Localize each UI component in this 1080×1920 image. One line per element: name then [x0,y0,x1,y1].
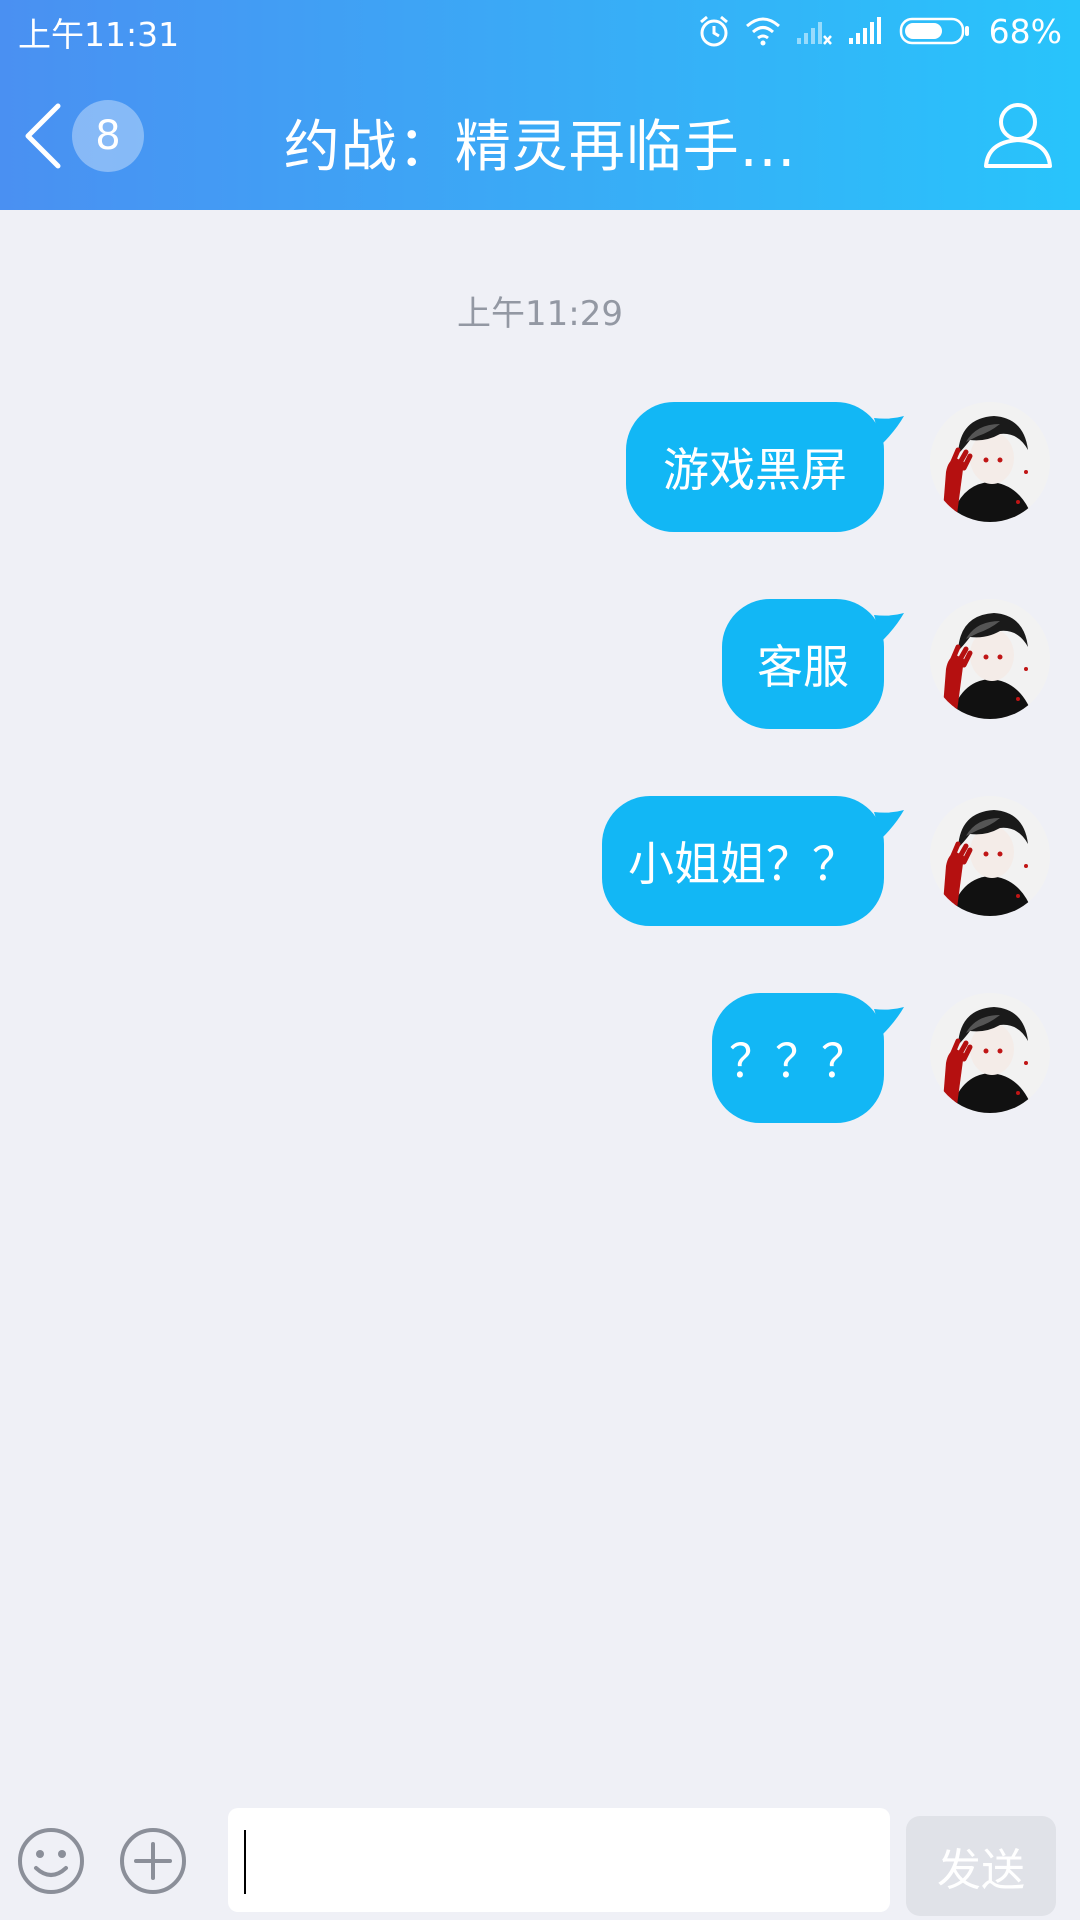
message-bubble[interactable]: 小姐姐？？ [602,796,884,926]
status-time: 上午11:31 [18,15,180,54]
avatar[interactable] [930,993,1050,1113]
avatar[interactable] [930,796,1050,916]
back-button[interactable] [18,100,68,172]
status-bar: 上午11:31 68% [0,0,1080,62]
avatar[interactable] [930,599,1050,719]
alarm-icon [697,14,731,48]
message-row: 客服 [0,599,1080,731]
message-bubble[interactable]: 客服 [722,599,884,729]
message-row: 游戏黑屏 [0,402,1080,534]
chat-timestamp: 上午11:29 [457,294,623,334]
chevron-left-icon [25,103,61,169]
nav-bar: 8 约战：精灵再临手... [0,62,1080,210]
unread-badge[interactable]: 8 [72,100,144,172]
battery-icon [899,16,971,46]
message-input[interactable] [228,1808,890,1912]
message-row: 小姐姐？？ [0,796,1080,928]
status-icons: 68% [697,10,1062,52]
plus-icon [120,1828,186,1894]
bubble-tail [874,613,904,641]
signal-icon [847,16,885,46]
message-bubble[interactable]: ？？？ [712,993,884,1123]
profile-button[interactable] [982,98,1054,170]
text-caret [244,1830,246,1894]
emoji-button[interactable] [16,1826,86,1896]
chat-title: 约战：精灵再临手... [283,115,797,180]
person-icon [984,103,1052,168]
signal-empty-icon [795,16,833,46]
bubble-tail [874,416,904,444]
message-row: ？？？ [0,993,1080,1125]
wifi-icon [745,16,781,46]
battery-percent: 68% [988,11,1062,51]
send-button[interactable]: 发送 [906,1816,1056,1916]
smiley-icon [18,1828,84,1894]
avatar[interactable] [930,402,1050,522]
header: 上午11:31 68% 8 约战：精灵再临手... [0,0,1080,210]
bubble-tail [874,810,904,838]
message-bubble[interactable]: 游戏黑屏 [626,402,884,532]
plus-button[interactable] [118,1826,188,1896]
bubble-tail [874,1007,904,1035]
